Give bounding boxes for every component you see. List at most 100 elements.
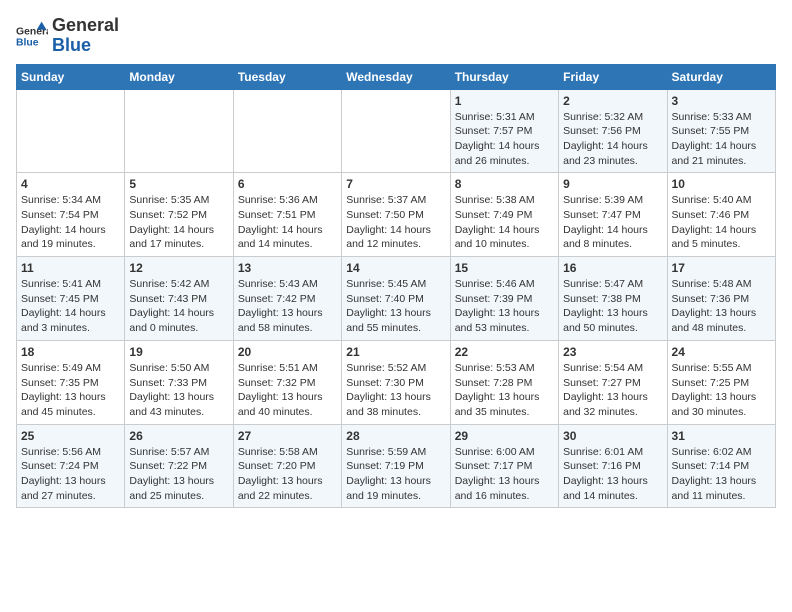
day-number: 8 bbox=[455, 177, 554, 191]
logo: General Blue General Blue bbox=[16, 16, 119, 56]
day-info: Sunrise: 5:58 AMSunset: 7:20 PMDaylight:… bbox=[238, 445, 337, 504]
day-info: Sunrise: 5:38 AMSunset: 7:49 PMDaylight:… bbox=[455, 193, 554, 252]
weekday-header-wednesday: Wednesday bbox=[342, 64, 450, 89]
day-number: 30 bbox=[563, 429, 662, 443]
week-row-2: 4 Sunrise: 5:34 AMSunset: 7:54 PMDaylight… bbox=[17, 173, 776, 257]
calendar-cell: 25 Sunrise: 5:56 AMSunset: 7:24 PMDayligh… bbox=[17, 424, 125, 508]
day-number: 11 bbox=[21, 261, 120, 275]
calendar-cell: 26 Sunrise: 5:57 AMSunset: 7:22 PMDayligh… bbox=[125, 424, 233, 508]
calendar-cell bbox=[17, 89, 125, 173]
calendar-cell: 31 Sunrise: 6:02 AMSunset: 7:14 PMDayligh… bbox=[667, 424, 775, 508]
day-number: 5 bbox=[129, 177, 228, 191]
day-number: 21 bbox=[346, 345, 445, 359]
day-info: Sunrise: 5:56 AMSunset: 7:24 PMDaylight:… bbox=[21, 445, 120, 504]
day-info: Sunrise: 5:31 AMSunset: 7:57 PMDaylight:… bbox=[455, 110, 554, 169]
calendar-cell: 10 Sunrise: 5:40 AMSunset: 7:46 PMDayligh… bbox=[667, 173, 775, 257]
calendar-cell: 6 Sunrise: 5:36 AMSunset: 7:51 PMDaylight… bbox=[233, 173, 341, 257]
day-info: Sunrise: 5:53 AMSunset: 7:28 PMDaylight:… bbox=[455, 361, 554, 420]
calendar-cell: 3Sunrise: 5:33 AMSunset: 7:55 PMDaylight… bbox=[667, 89, 775, 173]
day-info: Sunrise: 5:34 AMSunset: 7:54 PMDaylight:… bbox=[21, 193, 120, 252]
calendar-cell: 8 Sunrise: 5:38 AMSunset: 7:49 PMDaylight… bbox=[450, 173, 558, 257]
day-number: 1 bbox=[455, 94, 554, 108]
calendar-cell: 20Sunrise: 5:51 AMSunset: 7:32 PMDayligh… bbox=[233, 340, 341, 424]
calendar-cell: 27 Sunrise: 5:58 AMSunset: 7:20 PMDayligh… bbox=[233, 424, 341, 508]
calendar-cell: 5 Sunrise: 5:35 AMSunset: 7:52 PMDaylight… bbox=[125, 173, 233, 257]
page-header: General Blue General Blue bbox=[16, 16, 776, 56]
day-number: 12 bbox=[129, 261, 228, 275]
calendar-cell: 11 Sunrise: 5:41 AMSunset: 7:45 PMDayligh… bbox=[17, 257, 125, 341]
day-number: 4 bbox=[21, 177, 120, 191]
weekday-header-monday: Monday bbox=[125, 64, 233, 89]
day-number: 25 bbox=[21, 429, 120, 443]
calendar-cell: 22 Sunrise: 5:53 AMSunset: 7:28 PMDayligh… bbox=[450, 340, 558, 424]
day-number: 6 bbox=[238, 177, 337, 191]
day-number: 31 bbox=[672, 429, 771, 443]
calendar-cell: 12Sunrise: 5:42 AMSunset: 7:43 PMDayligh… bbox=[125, 257, 233, 341]
calendar-cell: 23Sunrise: 5:54 AMSunset: 7:27 PMDayligh… bbox=[559, 340, 667, 424]
weekday-header-row: SundayMondayTuesdayWednesdayThursdayFrid… bbox=[17, 64, 776, 89]
day-number: 23 bbox=[563, 345, 662, 359]
calendar-cell bbox=[125, 89, 233, 173]
day-number: 19 bbox=[129, 345, 228, 359]
day-number: 26 bbox=[129, 429, 228, 443]
calendar-cell: 16 Sunrise: 5:47 AMSunset: 7:38 PMDayligh… bbox=[559, 257, 667, 341]
day-number: 15 bbox=[455, 261, 554, 275]
day-info: Sunrise: 6:02 AMSunset: 7:14 PMDaylight:… bbox=[672, 445, 771, 504]
weekday-header-thursday: Thursday bbox=[450, 64, 558, 89]
day-number: 9 bbox=[563, 177, 662, 191]
day-number: 17 bbox=[672, 261, 771, 275]
day-number: 28 bbox=[346, 429, 445, 443]
day-info: Sunrise: 5:48 AMSunset: 7:36 PMDaylight:… bbox=[672, 277, 771, 336]
day-number: 18 bbox=[21, 345, 120, 359]
day-info: Sunrise: 5:35 AMSunset: 7:52 PMDaylight:… bbox=[129, 193, 228, 252]
day-number: 16 bbox=[563, 261, 662, 275]
day-number: 27 bbox=[238, 429, 337, 443]
day-info: Sunrise: 5:47 AMSunset: 7:38 PMDaylight:… bbox=[563, 277, 662, 336]
day-info: Sunrise: 5:43 AMSunset: 7:42 PMDaylight:… bbox=[238, 277, 337, 336]
day-info: Sunrise: 5:41 AMSunset: 7:45 PMDaylight:… bbox=[21, 277, 120, 336]
calendar-cell: 1 Sunrise: 5:31 AMSunset: 7:57 PMDaylight… bbox=[450, 89, 558, 173]
calendar-cell: 24Sunrise: 5:55 AMSunset: 7:25 PMDayligh… bbox=[667, 340, 775, 424]
weekday-header-saturday: Saturday bbox=[667, 64, 775, 89]
day-info: Sunrise: 5:37 AMSunset: 7:50 PMDaylight:… bbox=[346, 193, 445, 252]
day-info: Sunrise: 6:01 AMSunset: 7:16 PMDaylight:… bbox=[563, 445, 662, 504]
calendar-cell bbox=[233, 89, 341, 173]
weekday-header-friday: Friday bbox=[559, 64, 667, 89]
day-info: Sunrise: 5:59 AMSunset: 7:19 PMDaylight:… bbox=[346, 445, 445, 504]
calendar-cell: 4 Sunrise: 5:34 AMSunset: 7:54 PMDaylight… bbox=[17, 173, 125, 257]
day-number: 22 bbox=[455, 345, 554, 359]
week-row-3: 11 Sunrise: 5:41 AMSunset: 7:45 PMDayligh… bbox=[17, 257, 776, 341]
day-info: Sunrise: 5:36 AMSunset: 7:51 PMDaylight:… bbox=[238, 193, 337, 252]
weekday-header-tuesday: Tuesday bbox=[233, 64, 341, 89]
day-info: Sunrise: 5:49 AMSunset: 7:35 PMDaylight:… bbox=[21, 361, 120, 420]
day-info: Sunrise: 5:46 AMSunset: 7:39 PMDaylight:… bbox=[455, 277, 554, 336]
svg-text:Blue: Blue bbox=[16, 37, 39, 48]
calendar-cell: 13 Sunrise: 5:43 AMSunset: 7:42 PMDayligh… bbox=[233, 257, 341, 341]
logo-icon: General Blue bbox=[16, 20, 48, 52]
calendar-cell: 21 Sunrise: 5:52 AMSunset: 7:30 PMDayligh… bbox=[342, 340, 450, 424]
calendar-cell bbox=[342, 89, 450, 173]
day-info: Sunrise: 5:55 AMSunset: 7:25 PMDaylight:… bbox=[672, 361, 771, 420]
day-number: 13 bbox=[238, 261, 337, 275]
week-row-1: 1 Sunrise: 5:31 AMSunset: 7:57 PMDaylight… bbox=[17, 89, 776, 173]
day-info: Sunrise: 5:52 AMSunset: 7:30 PMDaylight:… bbox=[346, 361, 445, 420]
calendar-cell: 19Sunrise: 5:50 AMSunset: 7:33 PMDayligh… bbox=[125, 340, 233, 424]
logo-text: General Blue bbox=[52, 16, 119, 56]
calendar-cell: 7Sunrise: 5:37 AMSunset: 7:50 PMDaylight… bbox=[342, 173, 450, 257]
day-number: 29 bbox=[455, 429, 554, 443]
week-row-5: 25 Sunrise: 5:56 AMSunset: 7:24 PMDayligh… bbox=[17, 424, 776, 508]
day-number: 14 bbox=[346, 261, 445, 275]
day-info: Sunrise: 5:57 AMSunset: 7:22 PMDaylight:… bbox=[129, 445, 228, 504]
week-row-4: 18 Sunrise: 5:49 AMSunset: 7:35 PMDayligh… bbox=[17, 340, 776, 424]
calendar-cell: 18 Sunrise: 5:49 AMSunset: 7:35 PMDayligh… bbox=[17, 340, 125, 424]
calendar-cell: 17 Sunrise: 5:48 AMSunset: 7:36 PMDayligh… bbox=[667, 257, 775, 341]
calendar-cell: 30 Sunrise: 6:01 AMSunset: 7:16 PMDayligh… bbox=[559, 424, 667, 508]
day-number: 10 bbox=[672, 177, 771, 191]
calendar-cell: 9 Sunrise: 5:39 AMSunset: 7:47 PMDaylight… bbox=[559, 173, 667, 257]
day-info: Sunrise: 5:40 AMSunset: 7:46 PMDaylight:… bbox=[672, 193, 771, 252]
weekday-header-sunday: Sunday bbox=[17, 64, 125, 89]
day-info: Sunrise: 5:39 AMSunset: 7:47 PMDaylight:… bbox=[563, 193, 662, 252]
calendar-cell: 14Sunrise: 5:45 AMSunset: 7:40 PMDayligh… bbox=[342, 257, 450, 341]
day-number: 20 bbox=[238, 345, 337, 359]
calendar-cell: 2Sunrise: 5:32 AMSunset: 7:56 PMDaylight… bbox=[559, 89, 667, 173]
